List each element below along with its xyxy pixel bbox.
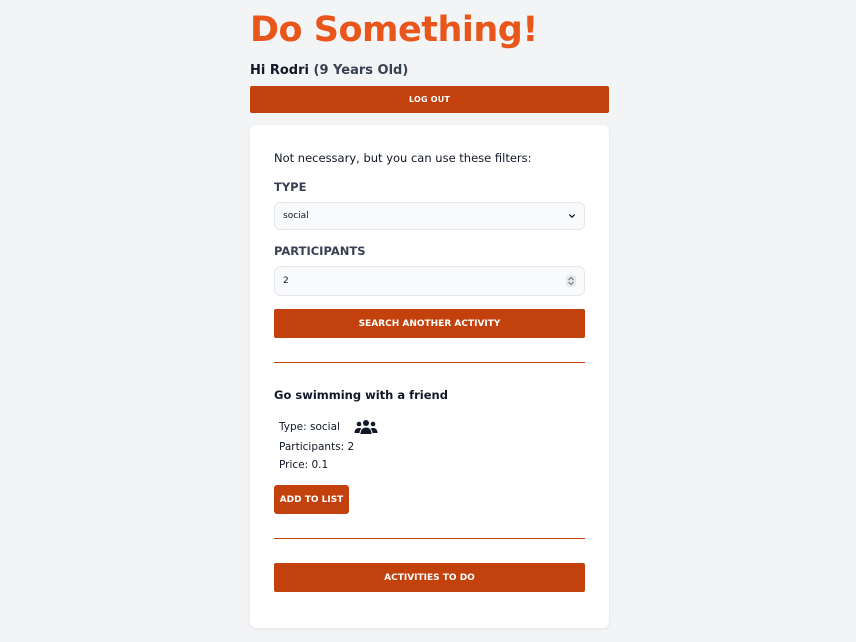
activity-price: Price: 0.1 [279, 459, 329, 471]
activities-to-do-button[interactable]: ACTIVITIES TO DO [274, 563, 585, 592]
activity-card: Not necessary, but you can use these fil… [250, 125, 609, 628]
user-age: (9 Years Old) [313, 63, 409, 78]
divider [274, 362, 585, 363]
type-select[interactable]: social [274, 202, 585, 230]
stepper-arrows-icon [568, 276, 574, 286]
activity-participants: Participants: 2 [279, 441, 355, 453]
activity-title: Go swimming with a friend [274, 388, 448, 402]
participants-label: PARTICIPANTS [274, 244, 366, 258]
users-group-icon [354, 420, 378, 434]
search-activity-button[interactable]: SEARCH ANOTHER ACTIVITY [274, 309, 585, 338]
chevron-down-icon [568, 214, 576, 218]
logout-button[interactable]: LOG OUT [250, 86, 609, 113]
type-select-value: social [283, 211, 309, 221]
type-label: TYPE [274, 180, 307, 194]
participants-input-value: 2 [283, 276, 289, 286]
user-greeting: Hi Rodri (9 Years Old) [250, 63, 408, 78]
divider [274, 538, 585, 539]
number-stepper-icon[interactable] [566, 275, 576, 287]
app-title: Do Something! [250, 10, 538, 50]
filters-intro: Not necessary, but you can use these fil… [274, 151, 532, 165]
participants-input[interactable]: 2 [274, 266, 585, 296]
activity-type: Type: social [279, 421, 340, 433]
greeting-name: Hi Rodri [250, 63, 309, 78]
add-to-list-button[interactable]: ADD TO LIST [274, 485, 349, 514]
